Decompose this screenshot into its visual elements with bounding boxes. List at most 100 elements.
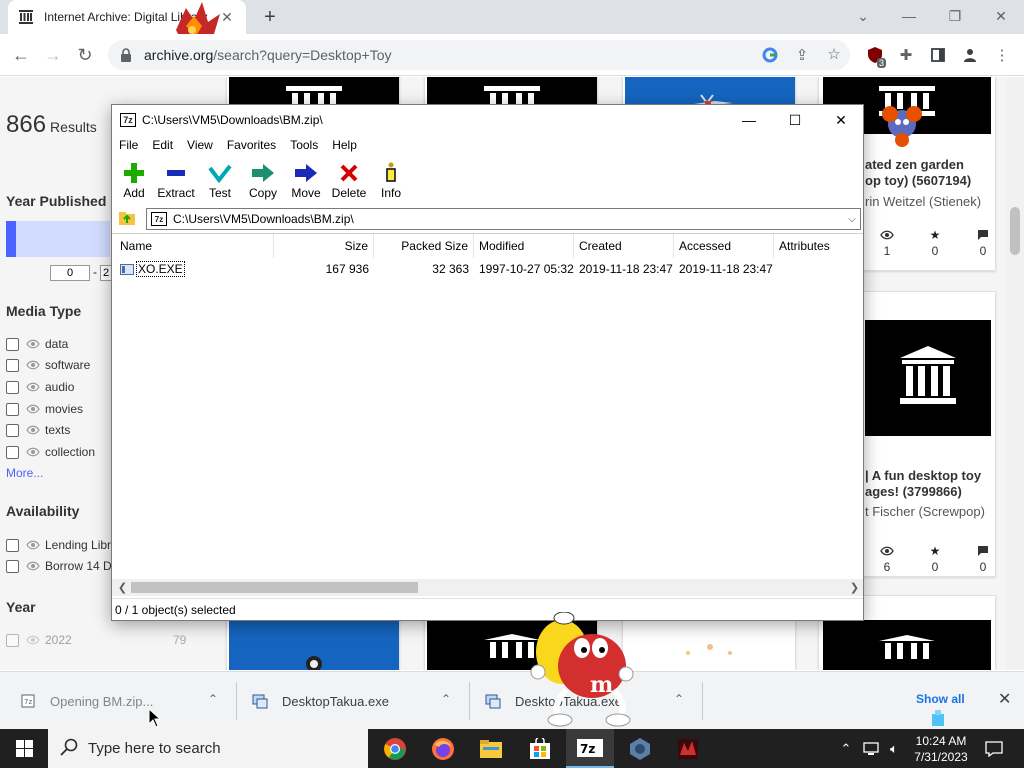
eye-icon[interactable] bbox=[26, 633, 40, 647]
eye-icon[interactable] bbox=[26, 337, 40, 351]
facet-item-texts[interactable]: texts bbox=[6, 422, 70, 438]
taskbar-clock[interactable]: 10:24 AM 7/31/2023 bbox=[904, 733, 978, 765]
info-button[interactable]: Info bbox=[369, 161, 413, 205]
scroll-left-arrow-icon[interactable]: ❮ bbox=[114, 579, 131, 596]
eye-icon[interactable] bbox=[26, 445, 40, 459]
network-icon[interactable] bbox=[860, 729, 882, 768]
chevron-down-icon[interactable]: ⌵ bbox=[844, 214, 860, 225]
back-arrow-icon[interactable]: ← bbox=[8, 42, 34, 68]
scroll-thumb[interactable] bbox=[131, 582, 418, 593]
year-from-input[interactable] bbox=[50, 265, 90, 281]
year-histogram[interactable] bbox=[6, 221, 110, 257]
extensions-puzzle-icon[interactable]: ✚ bbox=[897, 46, 915, 64]
page-scrollbar[interactable] bbox=[1006, 77, 1024, 670]
desktop-toy-taskbar-icon[interactable] bbox=[616, 729, 664, 768]
forward-arrow-icon[interactable]: → bbox=[40, 42, 66, 68]
facet-item-year-2022[interactable]: 2022 bbox=[6, 632, 72, 648]
microsoft-store-taskbar-icon[interactable] bbox=[516, 729, 564, 768]
7zip-path-combobox[interactable]: 7z C:\Users\VM5\Downloads\BM.zip\ ⌵ bbox=[146, 208, 861, 230]
notifications-icon[interactable] bbox=[982, 729, 1006, 768]
facet-item-data[interactable]: data bbox=[6, 336, 68, 352]
reload-icon[interactable]: ↻ bbox=[72, 42, 98, 68]
menu-kebab-icon[interactable]: ⋮ bbox=[993, 46, 1011, 64]
eye-icon[interactable] bbox=[26, 559, 40, 573]
card-title[interactable]: | A fun desktop toy bbox=[865, 468, 995, 484]
facet-checkbox[interactable] bbox=[6, 380, 19, 394]
windows-start-icon[interactable] bbox=[0, 729, 48, 768]
address-bar[interactable]: archive.org/search?query=Desktop+Toy bbox=[108, 40, 850, 70]
file-name-cell[interactable]: XO.EXE bbox=[115, 260, 274, 278]
column-header-size[interactable]: Size bbox=[274, 234, 374, 258]
result-card[interactable] bbox=[622, 617, 796, 670]
facet-checkbox[interactable] bbox=[6, 445, 19, 459]
close-window-button[interactable]: ✕ bbox=[978, 0, 1024, 32]
desktop-toy-red-taskbar-icon[interactable] bbox=[664, 729, 712, 768]
facet-item-movies[interactable]: movies bbox=[6, 401, 83, 417]
column-header-attributes[interactable]: Attributes bbox=[774, 234, 863, 258]
extract-button[interactable]: Extract bbox=[154, 161, 198, 205]
facet-checkbox[interactable] bbox=[6, 337, 19, 351]
7zip-maximize-button[interactable]: ☐ bbox=[772, 105, 818, 135]
restore-button[interactable]: ❐ bbox=[932, 0, 978, 32]
card-title[interactable]: ated zen garden bbox=[865, 157, 995, 173]
result-card[interactable] bbox=[226, 617, 400, 670]
facet-checkbox[interactable] bbox=[6, 358, 19, 372]
more-media-types-link[interactable]: More... bbox=[6, 466, 43, 480]
download-item-bm-zip[interactable]: 7z Opening BM.zip... bbox=[20, 672, 153, 730]
show-hidden-icons-chevron-icon[interactable]: ⌃ bbox=[836, 729, 856, 768]
new-tab-button[interactable]: + bbox=[258, 6, 282, 29]
eye-icon[interactable] bbox=[26, 380, 40, 394]
facet-checkbox[interactable] bbox=[6, 423, 19, 437]
profile-icon[interactable] bbox=[961, 46, 979, 64]
column-header-packed-size[interactable]: Packed Size bbox=[374, 234, 474, 258]
eye-icon[interactable] bbox=[26, 358, 40, 372]
column-header-name[interactable]: Name bbox=[115, 234, 274, 258]
scroll-right-arrow-icon[interactable]: ❯ bbox=[846, 579, 863, 596]
minimize-button[interactable]: — bbox=[886, 0, 932, 32]
7zip-close-button[interactable]: ✕ bbox=[818, 105, 864, 135]
column-header-modified[interactable]: Modified bbox=[474, 234, 574, 258]
card-title-line2[interactable]: ages! (3799866) bbox=[865, 484, 995, 500]
facet-checkbox[interactable] bbox=[6, 633, 19, 647]
eye-icon[interactable] bbox=[26, 402, 40, 416]
side-panel-icon[interactable] bbox=[929, 46, 947, 64]
facet-checkbox[interactable] bbox=[6, 402, 19, 416]
volume-icon[interactable]: 🔈︎ bbox=[884, 729, 904, 768]
eye-icon[interactable] bbox=[26, 538, 40, 552]
chevron-up-icon[interactable]: ⌃ bbox=[438, 692, 454, 706]
7zip-taskbar-icon[interactable]: 7z bbox=[566, 729, 614, 768]
facet-item-lending-library[interactable]: Lending Library bbox=[6, 537, 128, 553]
folder-up-icon[interactable] bbox=[118, 209, 136, 227]
card-title-line2[interactable]: op toy) (5607194) bbox=[865, 173, 995, 189]
menu-edit[interactable]: Edit bbox=[152, 138, 173, 152]
menu-view[interactable]: View bbox=[187, 138, 213, 152]
column-header-accessed[interactable]: Accessed bbox=[674, 234, 774, 258]
taskbar-search-box[interactable]: Type here to search bbox=[48, 729, 368, 768]
firefox-taskbar-icon[interactable] bbox=[419, 729, 467, 768]
menu-tools[interactable]: Tools bbox=[290, 138, 318, 152]
menu-favorites[interactable]: Favorites bbox=[227, 138, 276, 152]
delete-button[interactable]: Delete bbox=[327, 161, 371, 205]
menu-help[interactable]: Help bbox=[332, 138, 357, 152]
7zip-minimize-button[interactable]: — bbox=[726, 105, 772, 135]
facet-item-software[interactable]: software bbox=[6, 357, 90, 373]
facet-checkbox[interactable] bbox=[6, 559, 19, 573]
column-header-created[interactable]: Created bbox=[574, 234, 674, 258]
google-icon[interactable] bbox=[761, 46, 779, 64]
bookmark-star-icon[interactable]: ☆ bbox=[825, 45, 843, 63]
add-button[interactable]: Add bbox=[112, 161, 156, 205]
file-explorer-taskbar-icon[interactable] bbox=[467, 729, 515, 768]
share-icon[interactable]: ⇪ bbox=[793, 46, 811, 64]
download-item-desktoptakua[interactable]: DesktopTakua.exe bbox=[252, 672, 389, 730]
show-all-downloads-link[interactable]: Show all bbox=[916, 692, 965, 706]
chrome-taskbar-icon[interactable] bbox=[371, 729, 419, 768]
chevron-up-icon[interactable]: ⌃ bbox=[205, 692, 221, 706]
7zip-file-list[interactable]: Name Size Packed Size Modified Created A… bbox=[112, 233, 863, 579]
eye-icon[interactable] bbox=[26, 423, 40, 437]
move-button[interactable]: Move bbox=[284, 161, 328, 205]
7zip-horizontal-scrollbar[interactable]: ❮ ❯ bbox=[112, 579, 863, 596]
menu-file[interactable]: File bbox=[119, 138, 138, 152]
facet-checkbox[interactable] bbox=[6, 538, 19, 552]
tab-search-icon[interactable]: ⌄ bbox=[840, 0, 886, 32]
copy-button[interactable]: Copy bbox=[241, 161, 285, 205]
